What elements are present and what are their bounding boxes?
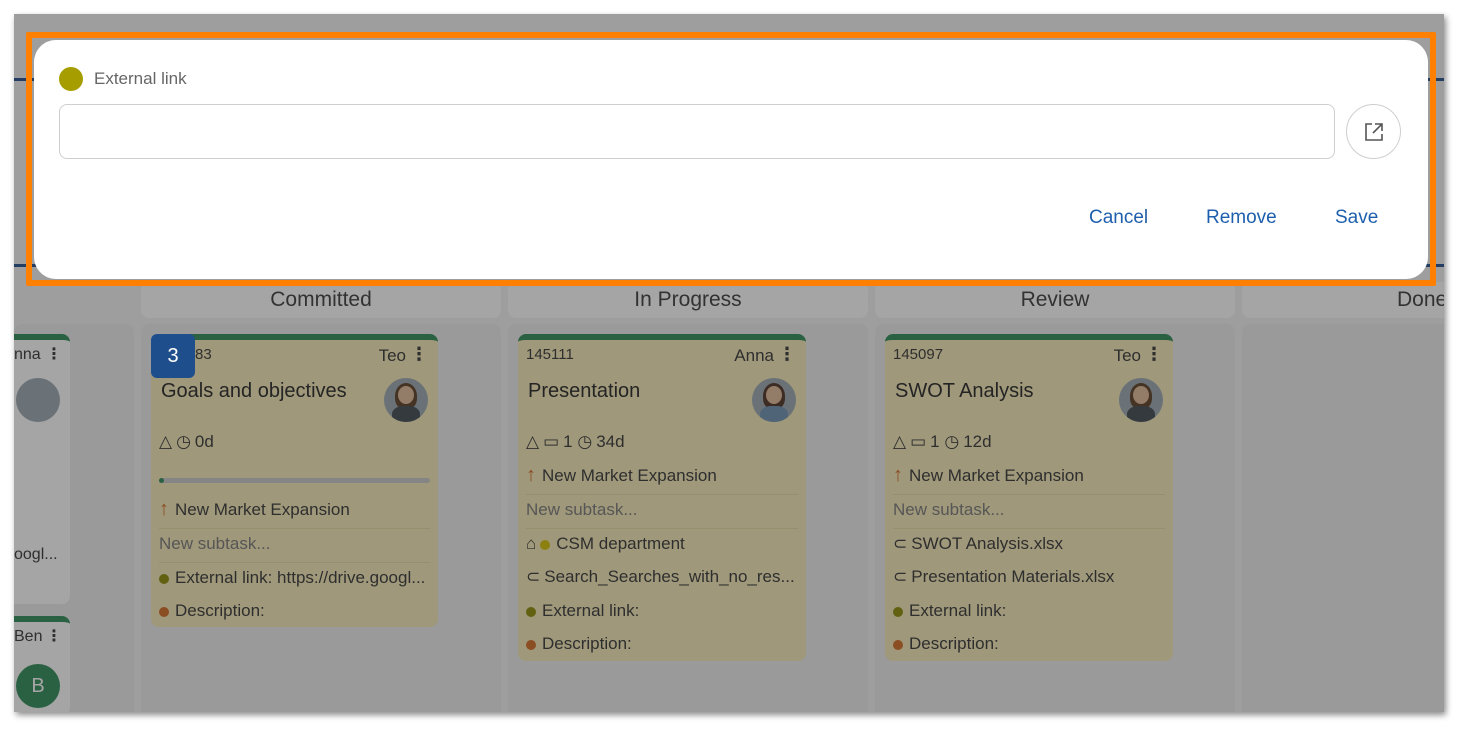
cancel-button[interactable]: Cancel [1089,207,1148,229]
open-external-icon [1365,123,1383,141]
count-badge: 3 [151,334,195,378]
field-color-dot-icon [59,67,83,91]
open-link-button[interactable] [1346,104,1401,159]
external-link-dialog: External link Cancel Remove Save [34,40,1428,279]
field-label: External link [94,69,187,88]
external-link-input[interactable] [59,104,1335,159]
save-button[interactable]: Save [1335,207,1378,229]
remove-button[interactable]: Remove [1206,207,1277,229]
